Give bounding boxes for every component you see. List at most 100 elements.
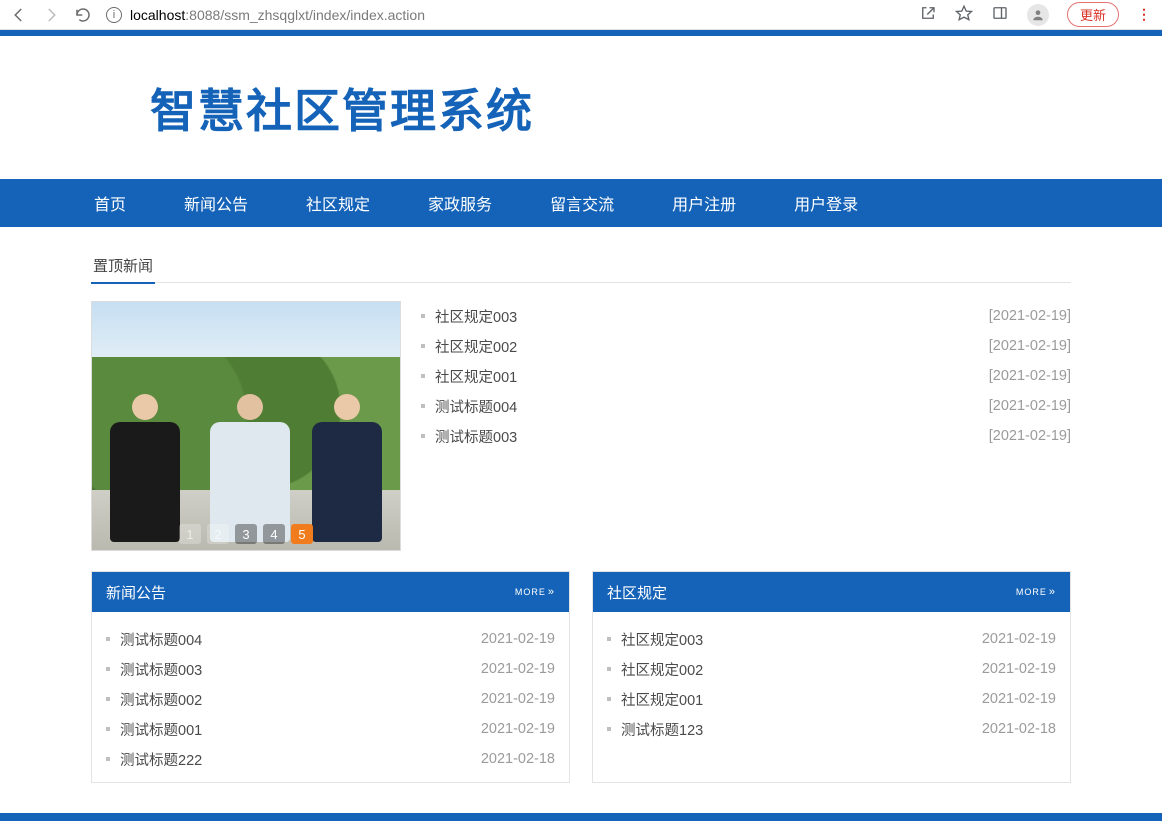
nav-item-home[interactable]: 首页 (94, 191, 126, 215)
update-button[interactable]: 更新 (1067, 2, 1119, 27)
chrome-actions: 更新 ⋮ (919, 2, 1152, 27)
menu-kebab-icon[interactable]: ⋮ (1137, 6, 1152, 23)
panel-title: 新闻公告 (106, 582, 166, 603)
nav-item-message[interactable]: 留言交流 (550, 191, 614, 215)
url-port: :8088 (185, 7, 220, 23)
featured-list: 社区规定003[2021-02-19] 社区规定002[2021-02-19] … (421, 301, 1071, 551)
carousel[interactable]: 1 2 3 4 5 (91, 301, 401, 551)
list-item: 测试标题003 2021-02-19 (106, 654, 555, 684)
featured-link[interactable]: 社区规定003 (435, 306, 517, 327)
page-bottom-accent (0, 813, 1162, 821)
rules-date: 2021-02-18 (982, 721, 1056, 737)
panel-list: 测试标题004 2021-02-19 测试标题003 2021-02-19 测试标题… (92, 612, 569, 782)
url-host: localhost (130, 7, 185, 23)
rules-date: 2021-02-19 (982, 661, 1056, 677)
news-link[interactable]: 测试标题001 (120, 719, 202, 740)
address-bar[interactable]: i localhost:8088/ssm_zhsqglxt/index/inde… (106, 2, 905, 28)
featured-date: [2021-02-19] (989, 308, 1071, 324)
carousel-pager: 1 2 3 4 5 (179, 524, 313, 544)
rules-link[interactable]: 社区规定002 (621, 659, 703, 680)
nav-item-service[interactable]: 家政服务 (428, 191, 492, 215)
bullet-icon (106, 757, 110, 761)
bullet-icon (421, 374, 425, 378)
bookmark-star-icon[interactable] (955, 4, 973, 25)
list-item: 测试标题222 2021-02-18 (106, 744, 555, 774)
featured-date: [2021-02-19] (989, 428, 1071, 444)
news-date: 2021-02-19 (481, 721, 555, 737)
nav-item-register[interactable]: 用户注册 (672, 191, 736, 215)
list-item: 社区规定002 [2021-02-19] (421, 331, 1071, 361)
header: 智慧社区管理系统 (0, 36, 1162, 179)
featured-date: [2021-02-19] (989, 398, 1071, 414)
rules-date: 2021-02-19 (982, 691, 1056, 707)
list-item: 测试标题004 [2021-02-19] (421, 391, 1071, 421)
bullet-icon (421, 344, 425, 348)
featured-date: [2021-02-19] (989, 368, 1071, 384)
panel-rules: 社区规定 MORE 社区规定0032021-02-19 社区规定0022021-… (592, 571, 1071, 783)
carousel-image (92, 302, 400, 550)
more-link[interactable]: MORE (1016, 586, 1056, 598)
featured-link[interactable]: 社区规定002 (435, 336, 517, 357)
nav-item-rules[interactable]: 社区规定 (306, 191, 370, 215)
list-item: 测试标题001 2021-02-19 (106, 714, 555, 744)
featured-link[interactable]: 社区规定001 (435, 366, 517, 387)
featured-link[interactable]: 测试标题004 (435, 396, 517, 417)
panel-icon[interactable] (991, 4, 1009, 25)
bullet-icon (106, 727, 110, 731)
carousel-page-2[interactable]: 2 (207, 524, 229, 544)
bullet-icon (607, 667, 611, 671)
rules-link[interactable]: 社区规定003 (621, 629, 703, 650)
bullet-icon (607, 697, 611, 701)
panel-header: 新闻公告 MORE (92, 572, 569, 612)
nav-item-login[interactable]: 用户登录 (794, 191, 858, 215)
news-link[interactable]: 测试标题002 (120, 689, 202, 710)
news-date: 2021-02-19 (481, 661, 555, 677)
featured-date: [2021-02-19] (989, 338, 1071, 354)
forward-icon[interactable] (42, 6, 60, 24)
featured-link[interactable]: 测试标题003 (435, 426, 517, 447)
panel-list: 社区规定0032021-02-19 社区规定0022021-02-19 社区规定… (593, 612, 1070, 752)
rules-link[interactable]: 测试标题123 (621, 719, 703, 740)
news-date: 2021-02-18 (481, 751, 555, 767)
list-item: 测试标题003 [2021-02-19] (421, 421, 1071, 451)
panel-title: 社区规定 (607, 582, 667, 603)
news-link[interactable]: 测试标题004 (120, 629, 202, 650)
news-date: 2021-02-19 (481, 631, 555, 647)
panels-row: 新闻公告 MORE 测试标题004 2021-02-19 测试标题003 2021-… (91, 571, 1071, 783)
carousel-page-4[interactable]: 4 (263, 524, 285, 544)
carousel-page-3[interactable]: 3 (235, 524, 257, 544)
carousel-page-1[interactable]: 1 (179, 524, 201, 544)
panel-header: 社区规定 MORE (593, 572, 1070, 612)
site-title: 智慧社区管理系统 (150, 75, 534, 141)
list-item: 社区规定002 2021-02-19 (607, 654, 1056, 684)
back-icon[interactable] (10, 6, 28, 24)
reload-icon[interactable] (74, 6, 92, 24)
list-item: 测试标题123 2021-02-18 (607, 714, 1056, 744)
bullet-icon (106, 697, 110, 701)
list-item: 测试标题004 2021-02-19 (106, 624, 555, 654)
url-path: /ssm_zhsqglxt/index/index.action (220, 7, 425, 23)
browser-toolbar: i localhost:8088/ssm_zhsqglxt/index/inde… (0, 0, 1162, 30)
list-item: 测试标题002 2021-02-19 (106, 684, 555, 714)
list-item: 社区规定001 2021-02-19 (607, 684, 1056, 714)
carousel-page-5[interactable]: 5 (291, 524, 313, 544)
list-item: 社区规定003 [2021-02-19] (421, 301, 1071, 331)
news-link[interactable]: 测试标题222 (120, 749, 202, 770)
bullet-icon (106, 637, 110, 641)
news-link[interactable]: 测试标题003 (120, 659, 202, 680)
nav-item-news[interactable]: 新闻公告 (184, 191, 248, 215)
bullet-icon (607, 637, 611, 641)
list-item: 社区规定0032021-02-19 (607, 624, 1056, 654)
share-icon[interactable] (919, 4, 937, 25)
section-tabs: 置顶新闻 (91, 249, 1071, 283)
featured-area: 1 2 3 4 5 社区规定003 [2021-02-19] 社区规定002 [20… (91, 301, 1071, 551)
profile-avatar-icon[interactable] (1027, 4, 1049, 26)
site-info-icon[interactable]: i (106, 7, 122, 23)
news-date: 2021-02-19 (481, 691, 555, 707)
bullet-icon (421, 314, 425, 318)
tab-top-news[interactable]: 置顶新闻 (91, 249, 155, 284)
bullet-icon (421, 434, 425, 438)
url-text: localhost:8088/ssm_zhsqglxt/index/index.… (130, 7, 425, 23)
more-link[interactable]: MORE (515, 586, 555, 598)
rules-link[interactable]: 社区规定001 (621, 689, 703, 710)
